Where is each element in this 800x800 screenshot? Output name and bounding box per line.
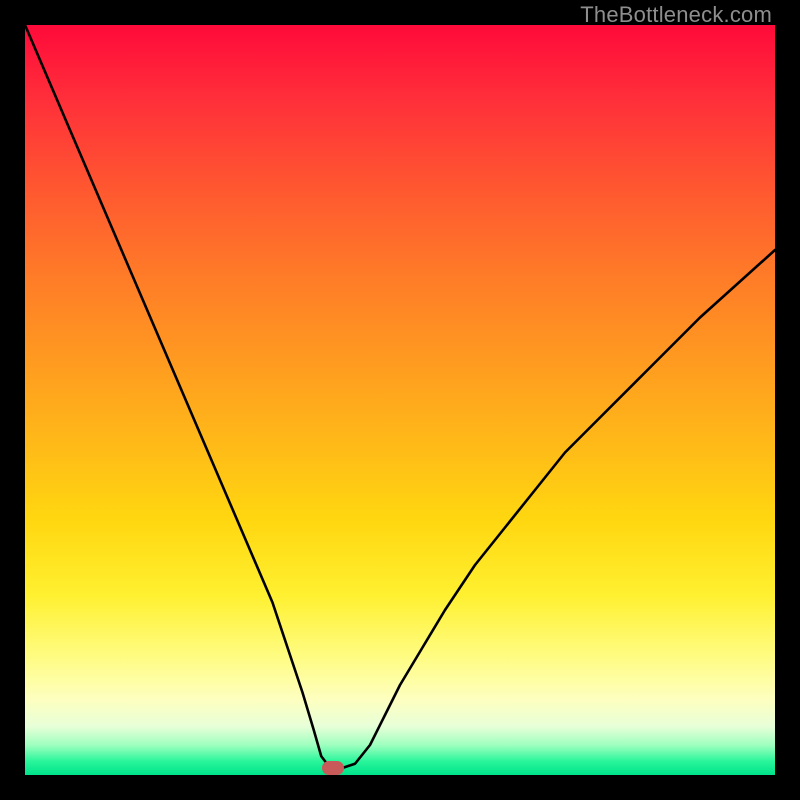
bottleneck-curve: [25, 25, 775, 775]
minimum-marker: [322, 761, 344, 775]
chart-frame: TheBottleneck.com: [0, 0, 800, 800]
plot-area: [25, 25, 775, 775]
